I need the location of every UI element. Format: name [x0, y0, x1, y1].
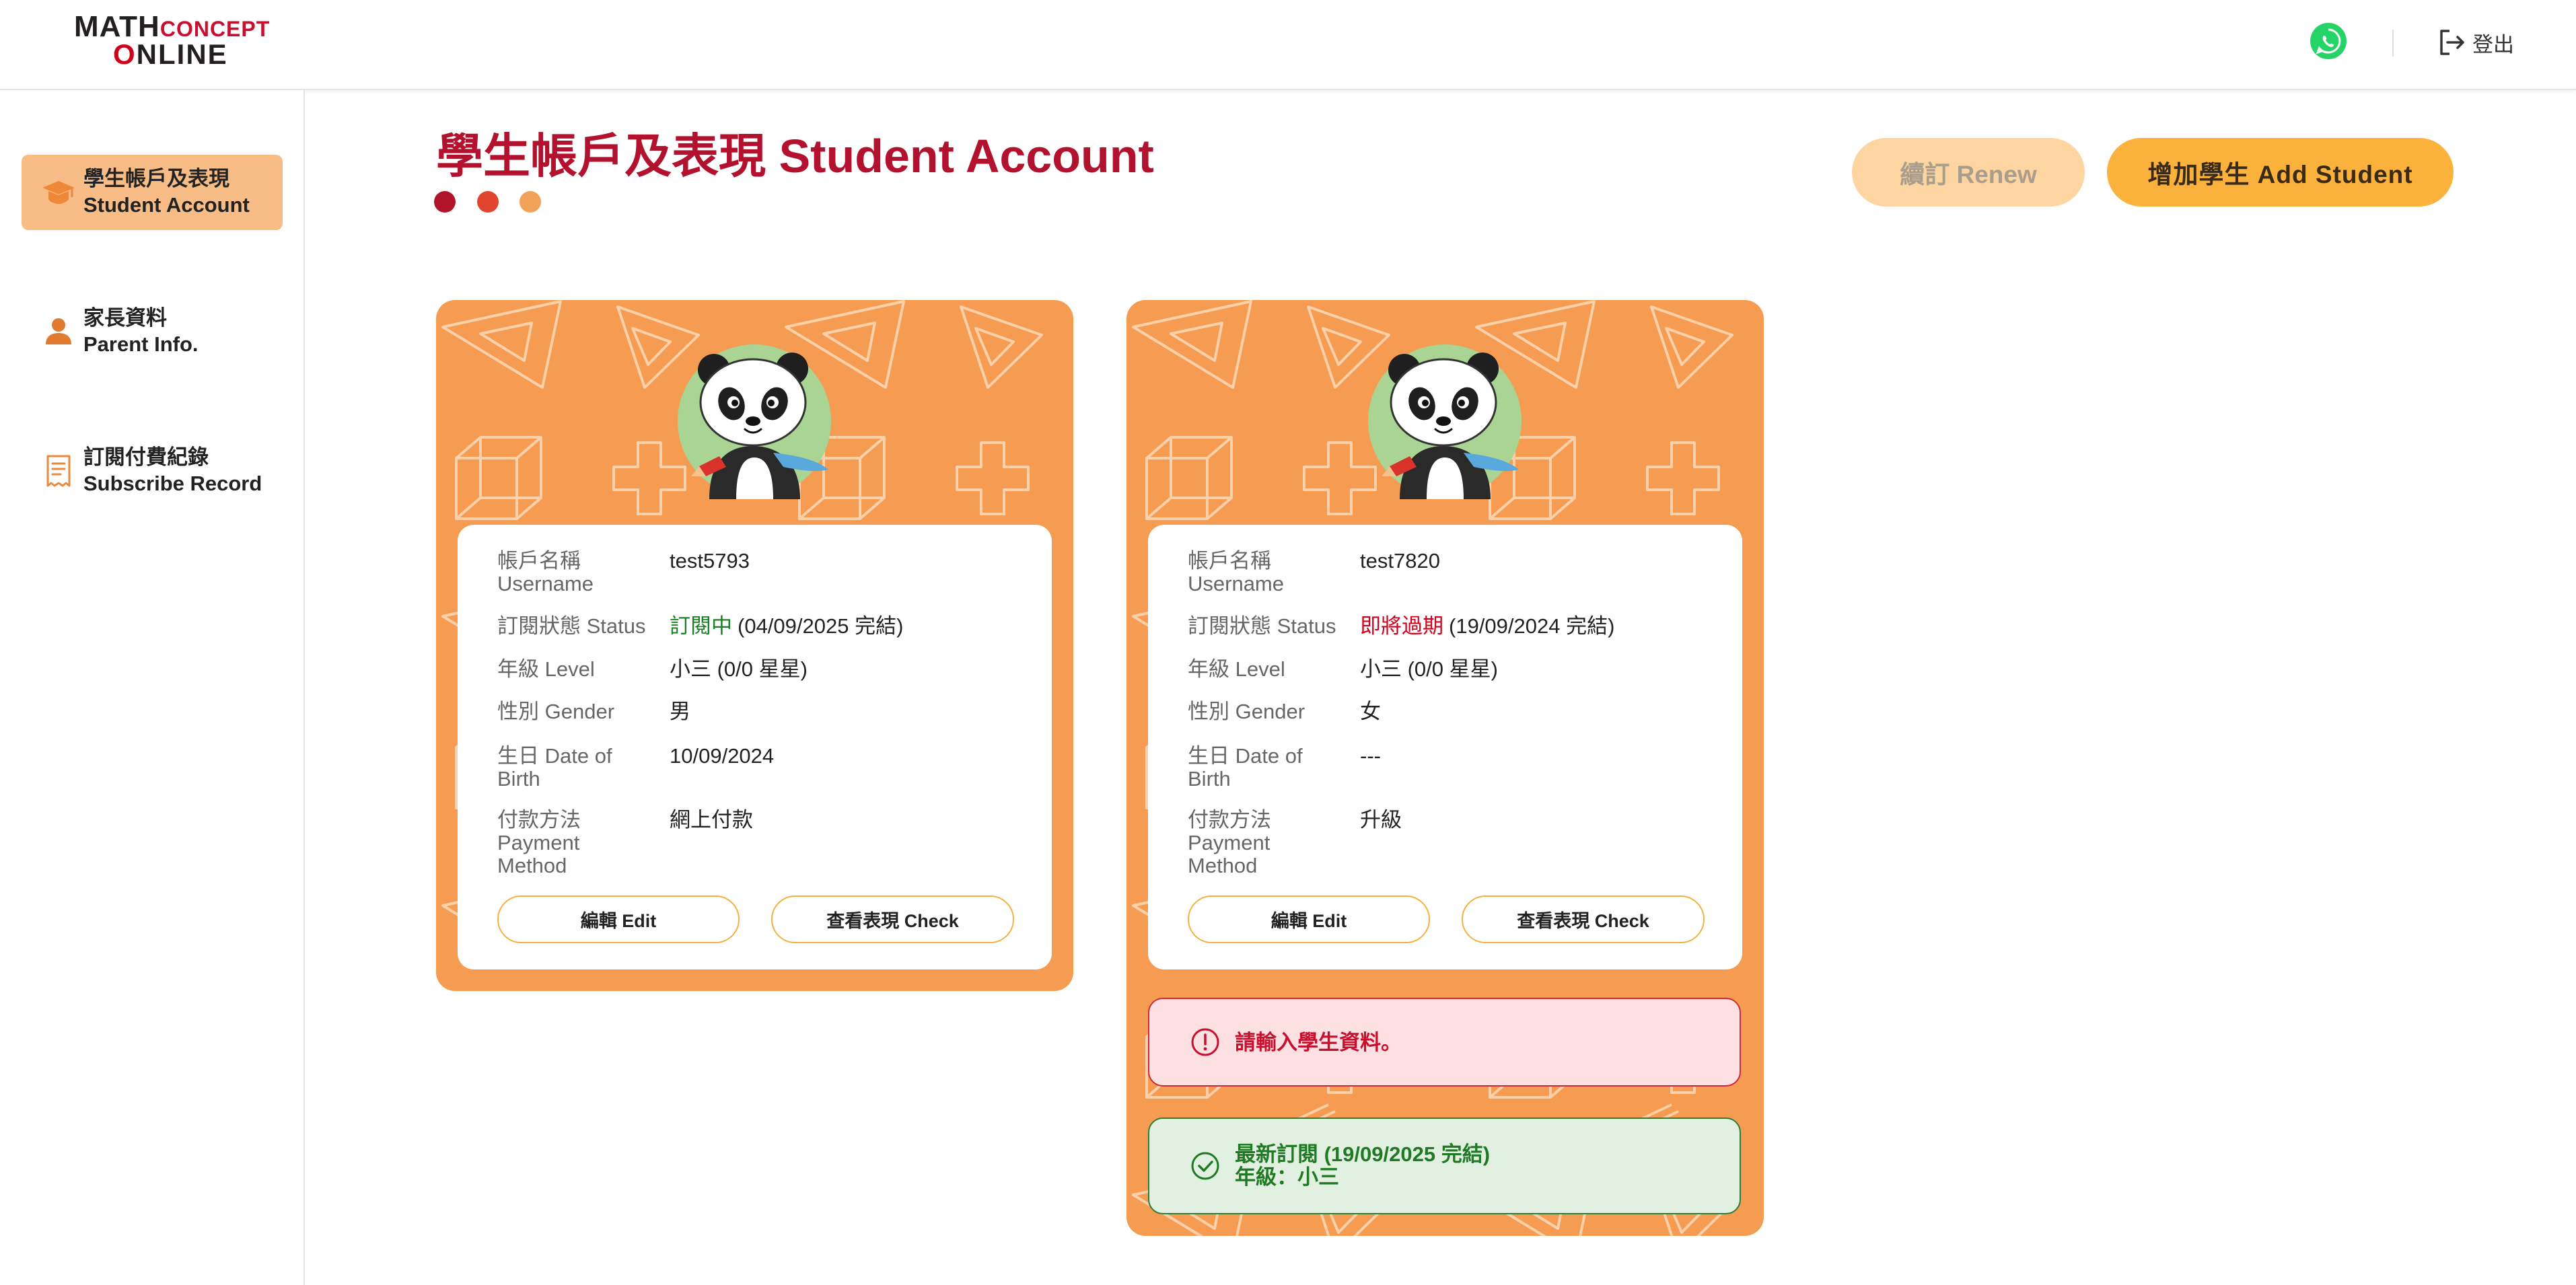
sidebar-label-zh: 訂閱付費紀錄 — [83, 445, 209, 469]
exclamation-circle-icon — [1191, 1028, 1219, 1056]
success-alert: 最新訂閱 (19/09/2025 完結) 年級：小三 — [1148, 1117, 1741, 1214]
add-student-button[interactable]: 增加學生 Add Student — [2107, 138, 2454, 207]
error-alert: 請輸入學生資料。 — [1148, 998, 1741, 1087]
sidebar-item-student-account[interactable]: 學生帳戶及表現 Student Account — [22, 155, 283, 230]
edit-button[interactable]: 編輯 Edit — [497, 895, 740, 943]
sidebar-item-parent-info[interactable]: 家長資料 Parent Info. — [22, 294, 283, 369]
status-detail: (19/09/2024 完結) — [1449, 614, 1615, 638]
username-value: test5793 — [670, 549, 750, 573]
dob-value: --- — [1360, 744, 1381, 768]
check-performance-button[interactable]: 查看表現 Check — [1462, 895, 1705, 943]
latest-subscription-text: 最新訂閱 (19/09/2025 完結) — [1235, 1142, 1491, 1166]
sidebar-label-zh: 學生帳戶及表現 — [83, 167, 229, 190]
sidebar-label-en: Student Account — [83, 193, 250, 217]
logout-button[interactable]: 登出 — [2435, 26, 2514, 59]
status-value: 訂閱中 (04/09/2025 完結) — [670, 615, 903, 638]
username-label: 帳戶名稱 Username — [1188, 549, 1284, 595]
gender-label: 性別 Gender — [497, 700, 615, 723]
username-label: 帳戶名稱 Username — [497, 549, 594, 595]
student-info-panel: 帳戶名稱 Username test7820 訂閱狀態 Status 即將過期(… — [1148, 525, 1742, 969]
status-label: 訂閱狀態 Status — [497, 614, 646, 638]
username-value: test7820 — [1360, 549, 1440, 573]
sidebar-label-en: Subscribe Record — [83, 472, 262, 495]
title-dot — [520, 191, 541, 213]
sidebar-item-label: 家長資料 Parent Info. — [83, 305, 199, 357]
gender-value: 男 — [670, 700, 690, 723]
status-detail: (04/09/2025 完結) — [738, 614, 904, 638]
header-divider — [2392, 30, 2394, 57]
sidebar-item-label: 訂閱付費紀錄 Subscribe Record — [83, 444, 262, 497]
gender-label: 性別 Gender — [1188, 700, 1305, 723]
page-title: 學生帳戶及表現 Student Account — [436, 130, 1154, 182]
person-icon — [46, 318, 71, 344]
graduation-cap-icon — [42, 181, 75, 204]
dob-label: 生日 Date of Birth — [1188, 744, 1303, 791]
dob-label: 生日 Date of Birth — [497, 744, 612, 791]
sidebar-item-label: 學生帳戶及表現 Student Account — [83, 166, 250, 218]
level-value: 小三 (0/0 星星) — [670, 657, 808, 681]
student-info-panel: 帳戶名稱 Username test5793 訂閱狀態 Status 訂閱中 (0… — [458, 525, 1052, 969]
gender-value: 女 — [1360, 700, 1381, 723]
payment-method-label: 付款方法 Payment Method — [497, 808, 581, 877]
sidebar-item-subscribe-record[interactable]: 訂閱付費紀錄 Subscribe Record — [22, 433, 283, 509]
student-card: 帳戶名稱 Username test7820 訂閱狀態 Status 即將過期(… — [1126, 300, 1764, 1236]
dob-value: 10/09/2024 — [670, 744, 775, 768]
logo-online-text: ONLINE — [113, 38, 228, 70]
payment-method-value: 網上付款 — [670, 808, 753, 832]
logo-concept-text: CONCEPT — [159, 17, 271, 41]
student-card: 帳戶名稱 Username test5793 訂閱狀態 Status 訂閱中 (0… — [436, 300, 1073, 991]
check-circle-icon — [1191, 1152, 1219, 1180]
logout-label: 登出 — [2472, 32, 2514, 57]
receipt-icon — [46, 455, 71, 487]
status-value: 即將過期 (19/09/2024 完結) — [1360, 615, 1614, 638]
top-header: MATHCONCEPT ONLINE 登出 — [0, 0, 2576, 90]
title-dot — [477, 191, 499, 213]
sidebar-label-zh: 家長資料 — [83, 306, 167, 330]
error-alert-text: 請輸入學生資料。 — [1235, 1031, 1402, 1054]
check-performance-button[interactable]: 查看表現 Check — [771, 895, 1014, 943]
whatsapp-icon[interactable] — [2309, 22, 2348, 61]
renew-button[interactable]: 續訂 Renew — [1852, 138, 2085, 207]
student-avatar — [1368, 344, 1522, 499]
level-value: 小三 (0/0 星星) — [1360, 657, 1498, 681]
logout-icon — [2440, 30, 2464, 55]
status-text: 訂閱中 — [670, 614, 732, 638]
success-alert-text: 最新訂閱 (19/09/2025 完結) 年級：小三 — [1235, 1143, 1490, 1189]
level-label: 年級 Level — [497, 657, 595, 681]
level-label: 年級 Level — [1188, 657, 1285, 681]
status-text: 即將過期 — [1360, 614, 1443, 638]
student-avatar — [678, 344, 831, 499]
edit-button[interactable]: 編輯 Edit — [1188, 895, 1430, 943]
grade-text: 年級：小三 — [1235, 1165, 1339, 1189]
payment-method-label: 付款方法 Payment Method — [1188, 808, 1271, 877]
sidebar-label-en: Parent Info. — [83, 332, 199, 356]
math-concept-online-logo[interactable]: MATHCONCEPT ONLINE — [74, 12, 269, 73]
sidebar: 學生帳戶及表現 Student Account 家長資料 Parent Info… — [0, 90, 305, 1285]
status-label: 訂閱狀態 Status — [1188, 614, 1336, 638]
payment-method-value: 升級 — [1360, 808, 1402, 832]
title-dot — [434, 191, 456, 213]
